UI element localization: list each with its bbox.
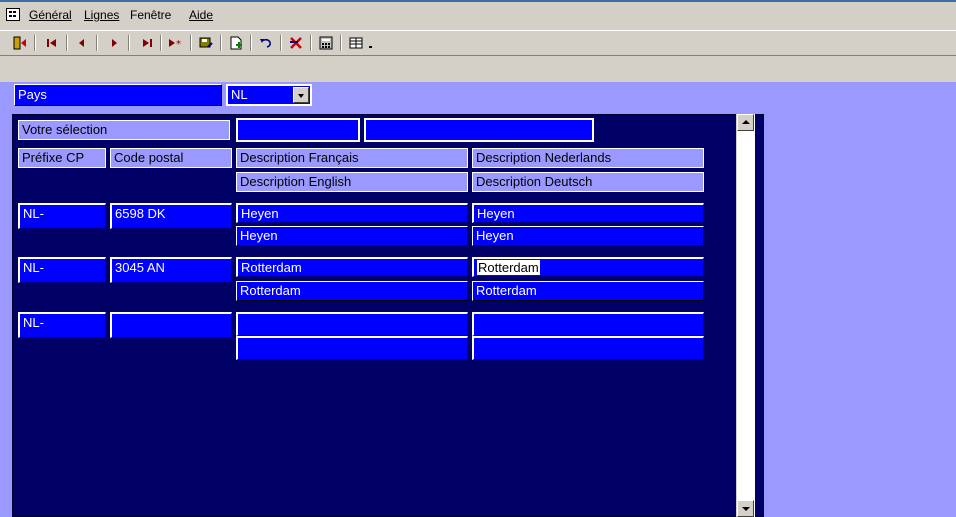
selection-input-2[interactable] [364, 118, 594, 142]
row-2-description-nl[interactable]: Rotterdam [472, 257, 704, 277]
row-1-description-en[interactable]: Heyen [236, 226, 468, 246]
exit-door-icon[interactable] [10, 34, 30, 52]
chevron-down-icon[interactable] [293, 87, 309, 103]
first-record-icon[interactable] [42, 34, 62, 52]
menu-aide[interactable]: Aide [189, 8, 213, 22]
svg-text:*: * [176, 39, 181, 49]
toolbar-separator [280, 35, 282, 51]
header-description-en: Description English [236, 172, 468, 192]
menu-general-label: Général [29, 8, 72, 22]
toolbar-separator [128, 35, 130, 51]
header-description-de: Description Deutsch [472, 172, 704, 192]
toolbar-separator [96, 35, 98, 51]
menu-general[interactable]: Général [29, 8, 72, 22]
row-3-description-nl[interactable] [472, 312, 704, 336]
previous-record-icon[interactable] [72, 34, 92, 52]
header-postal-code: Code postal [110, 148, 232, 168]
row-3-description-fr[interactable] [236, 312, 468, 336]
row-2-description-nl-selected-text: Rotterdam [477, 260, 540, 275]
menu-bar: Général Lignes Fenêtre Aide [0, 2, 956, 28]
system-menu-icon[interactable] [6, 8, 20, 21]
toolbar-separator [250, 35, 252, 51]
row-3-description-de[interactable] [472, 336, 704, 360]
country-select-value: NL [231, 87, 248, 102]
toolbar: * [0, 30, 956, 56]
toolbar-dropdown-icon[interactable] [366, 34, 376, 52]
selection-input-1[interactable] [236, 118, 360, 142]
row-1-prefix[interactable]: NL- [18, 203, 106, 229]
toolbar-separator [190, 35, 192, 51]
menu-lignes[interactable]: Lignes [84, 8, 119, 22]
row-1-postal-code[interactable]: 6598 DK [110, 203, 232, 229]
row-2-description-en[interactable]: Rotterdam [236, 281, 468, 301]
toolbar-separator [34, 35, 36, 51]
row-2-postal-code[interactable]: 3045 AN [110, 257, 232, 283]
toolbar-separator [66, 35, 68, 51]
selection-label: Votre sélection [18, 120, 230, 140]
next-record-icon[interactable] [104, 34, 124, 52]
country-select[interactable]: NL [226, 84, 312, 106]
menu-fenetre[interactable]: Fenêtre [130, 8, 171, 22]
toolbar-separator [310, 35, 312, 51]
calculator-icon[interactable] [316, 34, 336, 52]
row-3-description-en[interactable] [236, 336, 468, 360]
menu-lignes-label: Lignes [84, 8, 120, 22]
row-2-description-fr[interactable]: Rotterdam [236, 257, 468, 277]
add-document-icon[interactable] [226, 34, 246, 52]
toolbar-separator [220, 35, 222, 51]
row-1-description-de[interactable]: Heyen [472, 226, 704, 246]
save-icon[interactable] [196, 34, 216, 52]
row-2-description-de[interactable]: Rotterdam [472, 281, 704, 301]
country-label: Pays [14, 84, 222, 106]
layout-view-icon[interactable] [346, 34, 366, 52]
last-record-icon[interactable] [137, 34, 157, 52]
row-3-postal-code[interactable] [110, 312, 232, 338]
new-record-icon[interactable]: * [166, 34, 186, 52]
undo-icon[interactable] [256, 34, 276, 52]
vertical-scrollbar[interactable] [736, 114, 755, 517]
row-1-description-nl[interactable]: Heyen [472, 203, 704, 223]
scroll-up-icon[interactable] [737, 114, 754, 131]
toolbar-separator [160, 35, 162, 51]
row-3-prefix[interactable]: NL- [18, 312, 106, 338]
delete-record-icon[interactable] [286, 34, 306, 52]
scroll-down-icon[interactable] [737, 500, 754, 517]
row-1-description-fr[interactable]: Heyen [236, 203, 468, 223]
header-description-fr: Description Français [236, 148, 468, 168]
header-description-nl: Description Nederlands [472, 148, 704, 168]
toolbar-separator [340, 35, 342, 51]
row-2-prefix[interactable]: NL- [18, 257, 106, 283]
header-prefix: Préfixe CP [18, 148, 106, 168]
menu-aide-label: Aide [189, 8, 214, 22]
